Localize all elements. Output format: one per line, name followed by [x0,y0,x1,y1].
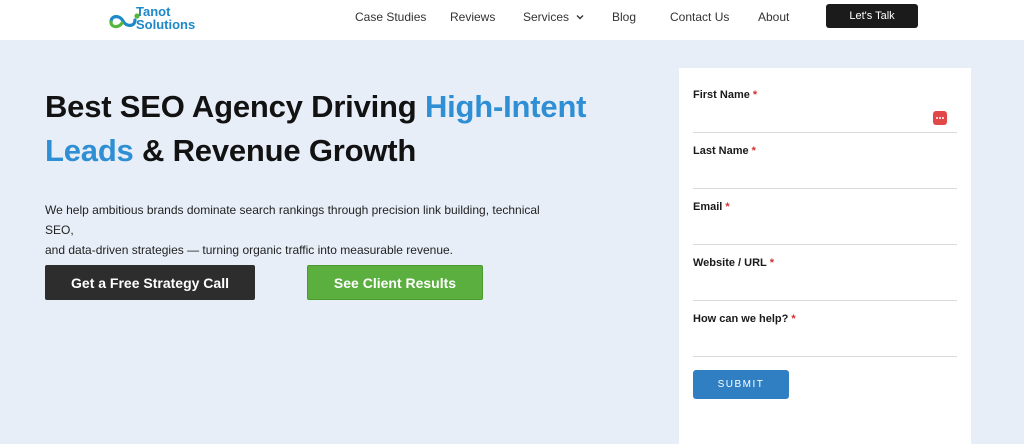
required-marker: * [752,89,758,101]
website-url-label-text: Website / URL [693,257,767,269]
hero-title-accent-1: High-Intent [424,89,587,124]
brand-logo[interactable]: Tanot Solutions [107,4,217,36]
first-name-label: First Name * [693,89,957,101]
how-can-we-help-input[interactable] [693,327,957,357]
website-url-label: Website / URL * [693,257,957,269]
hero-title-part-1: Best SEO Agency Driving [45,89,425,124]
free-strategy-call-button[interactable]: Get a Free Strategy Call [45,265,255,300]
contact-form: First Name * Last Name * Email * Website / … [679,68,971,444]
first-name-input[interactable] [693,103,957,133]
brand-line-2: Solutions [136,17,196,32]
hero-title-accent-2: Leads [45,133,134,168]
website-url-field: Website / URL * [693,257,957,301]
hero-description-line-2: and data-driven strategies — turning org… [45,243,454,257]
nav-services[interactable]: Services [523,10,585,24]
last-name-label: Last Name * [693,145,957,157]
how-can-we-help-label: How can we help? * [693,313,957,325]
first-name-field: First Name * [693,89,957,133]
email-label-text: Email [693,201,723,213]
last-name-input[interactable] [693,159,957,189]
nav-about[interactable]: About [758,10,789,24]
nav-blog[interactable]: Blog [612,10,636,24]
first-name-label-text: First Name [693,89,750,101]
hero-title-part-2: & Revenue Growth [133,133,417,168]
nav-reviews[interactable]: Reviews [450,10,495,24]
nav-case-studies[interactable]: Case Studies [355,10,426,24]
submit-button[interactable]: SUBMIT [693,370,789,399]
brand-wordmark: Tanot Solutions [136,5,195,31]
email-field: Email * [693,201,957,245]
see-client-results-button[interactable]: See Client Results [307,265,483,300]
last-name-label-text: Last Name [693,145,749,157]
hero-description: We help ambitious brands dominate search… [45,200,565,260]
required-marker: * [725,201,730,213]
chevron-down-icon [576,15,584,20]
hero-description-line-1: We help ambitious brands dominate search… [45,203,540,237]
required-marker: * [769,257,775,269]
website-url-input[interactable] [693,271,957,301]
lets-talk-button[interactable]: Let's Talk [826,4,918,28]
email-input[interactable] [693,215,957,245]
hero-title: Best SEO Agency Driving High-Intent Leads… [45,85,665,173]
password-manager-icon[interactable] [933,111,947,125]
required-marker: * [791,313,796,325]
how-can-we-help-label-text: How can we help? [693,313,789,325]
required-marker: * [751,145,756,157]
nav-services-label: Services [523,10,570,24]
nav-contact-us[interactable]: Contact Us [670,10,729,24]
top-navbar: Tanot Solutions Case Studies Reviews Ser… [0,0,1024,40]
how-can-we-help-field: How can we help? * [693,313,957,357]
last-name-field: Last Name * [693,145,957,189]
email-label: Email * [693,201,957,213]
